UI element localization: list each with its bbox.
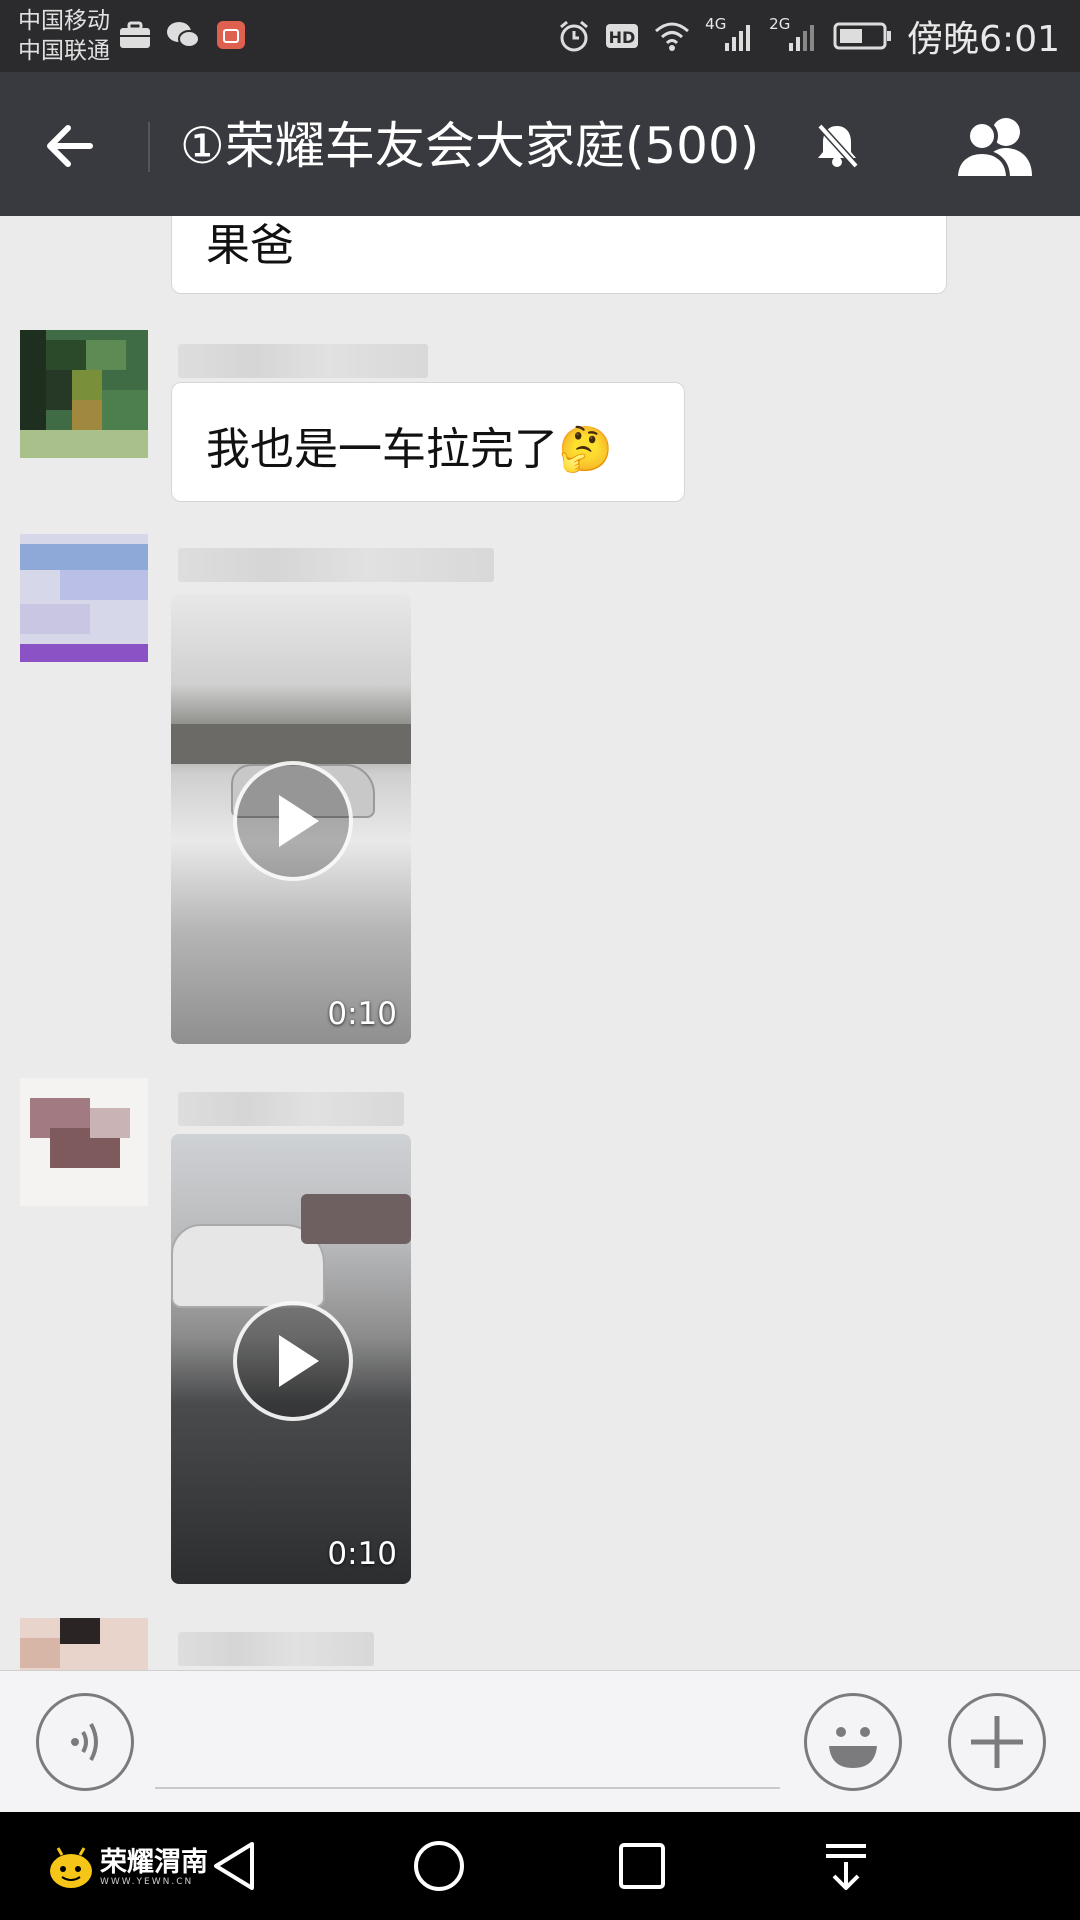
message-text: 果爸: [206, 220, 294, 271]
message-input[interactable]: [155, 1787, 780, 1789]
video-thumbnail-road: [171, 724, 411, 764]
carrier-2: 中国联通: [18, 38, 110, 64]
message-text: 我也是一车拉完了🤔: [206, 424, 613, 475]
svg-text:HD: HD: [609, 28, 636, 47]
emoji-button[interactable]: [804, 1693, 902, 1791]
carrier-labels: 中国移动 中国联通: [18, 6, 110, 66]
recents-square-icon[interactable]: [614, 1838, 670, 1894]
video-message[interactable]: 0:10: [171, 1134, 411, 1584]
chat-title: ①荣耀车友会大家庭(500): [180, 117, 760, 175]
wifi-icon: [655, 22, 690, 51]
carrier-1: 中国移动: [18, 8, 110, 34]
voice-icon: [71, 1723, 98, 1761]
emoji-icon: [829, 1727, 877, 1768]
avatar[interactable]: [20, 1618, 148, 1670]
more-button[interactable]: [948, 1693, 1046, 1791]
back-triangle-icon[interactable]: [208, 1838, 264, 1894]
sender-name-blurred: [178, 548, 494, 582]
watermark-url: WWW.YEWN.CN: [100, 1877, 194, 1887]
play-icon[interactable]: [233, 1301, 353, 1421]
message-bubble-text[interactable]: 果爸: [171, 216, 947, 294]
home-circle-icon[interactable]: [411, 1838, 467, 1894]
sender-name-blurred: [178, 1632, 374, 1666]
header-divider: [148, 122, 150, 172]
video-message[interactable]: 0:10: [171, 594, 411, 1044]
group-members-icon[interactable]: [950, 112, 1040, 182]
sender-name-blurred: [178, 1092, 404, 1126]
signal-icon-2: 2G: [769, 15, 819, 53]
input-bar: [0, 1670, 1080, 1813]
voice-button[interactable]: [36, 1693, 134, 1791]
watermark-text: 荣耀渭南: [100, 1847, 208, 1878]
avatar[interactable]: [20, 534, 148, 662]
video-thumbnail-traffic: [301, 1194, 411, 1244]
video-duration: 0:10: [327, 1536, 397, 1572]
notification-app-icon: [217, 21, 245, 49]
alarm-icon: [560, 20, 589, 52]
video-duration: 0:10: [327, 996, 397, 1032]
message-list[interactable]: 果爸 我也是一车拉完了🤔 0:10 0:10: [0, 216, 1080, 1670]
notification-pulldown-icon[interactable]: [818, 1838, 874, 1894]
clock: 傍晚6:01: [907, 19, 1060, 60]
chat-header: ①荣耀车友会大家庭(500): [0, 72, 1080, 216]
plus-icon: [971, 1716, 1023, 1768]
mute-bell-icon: [817, 123, 859, 169]
hd-icon: HD: [606, 24, 639, 48]
avatar[interactable]: [20, 330, 148, 458]
system-nav-bar: 荣耀渭南 WWW.YEWN.CN: [0, 1812, 1080, 1920]
back-arrow-icon[interactable]: [40, 116, 100, 176]
briefcase-icon: [120, 21, 150, 48]
wechat-icon: [167, 22, 200, 48]
status-bar: 中国移动 中国联通 HD 4G 2G 傍晚6:01: [0, 0, 1080, 72]
bee-logo-icon: [50, 1847, 92, 1888]
play-icon[interactable]: [233, 761, 353, 881]
sender-name-blurred: [178, 344, 428, 378]
avatar[interactable]: [20, 1078, 148, 1206]
watermark-logo: 荣耀渭南 WWW.YEWN.CN: [48, 1847, 208, 1889]
signal-icon-1: 4G: [705, 15, 755, 53]
message-bubble-text[interactable]: 我也是一车拉完了🤔: [171, 382, 685, 502]
battery-icon: [833, 22, 892, 50]
